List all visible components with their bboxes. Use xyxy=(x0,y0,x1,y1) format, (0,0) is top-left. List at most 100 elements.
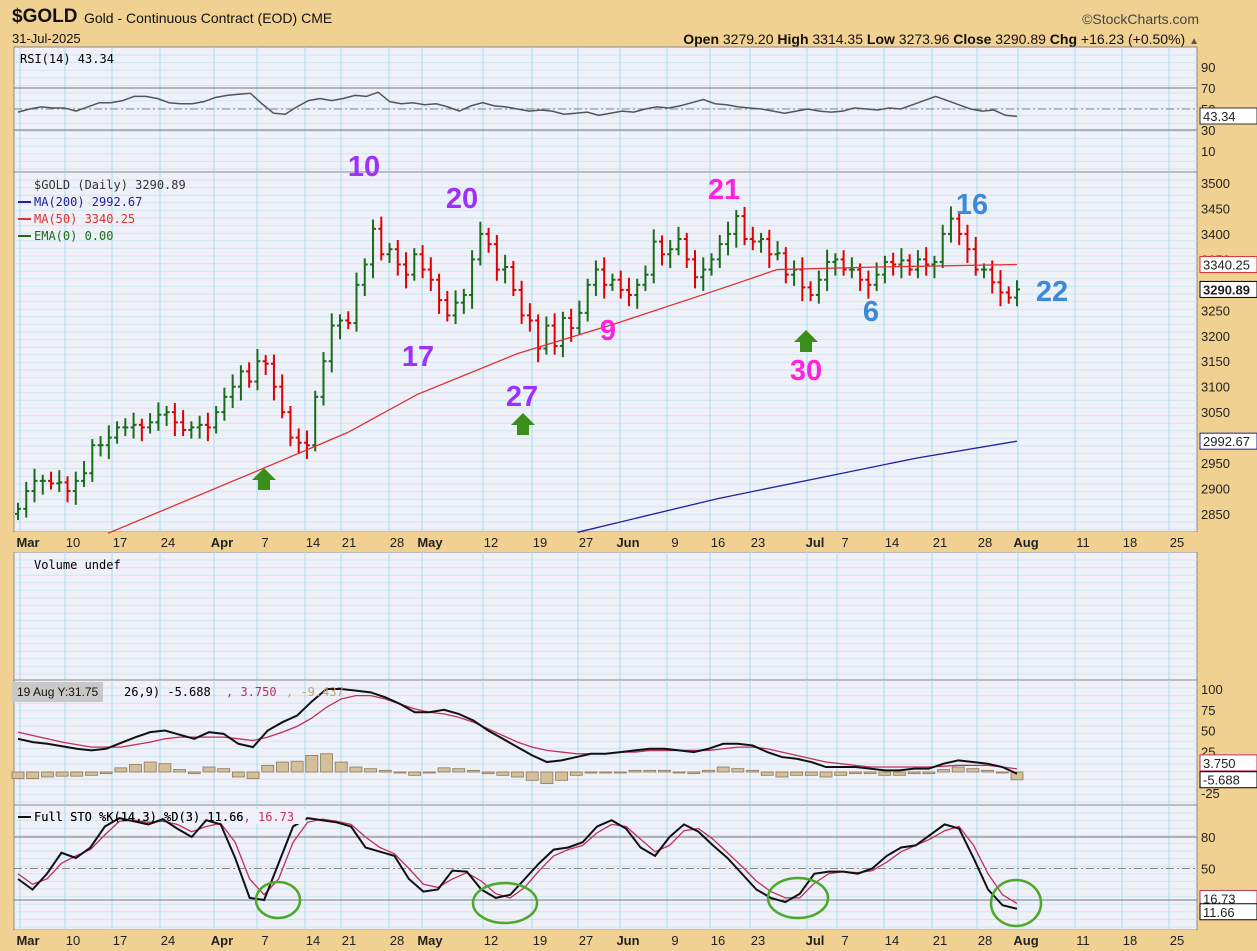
axis-tick: 3200 xyxy=(1201,329,1230,344)
macd-hist-bar xyxy=(907,771,921,775)
date-label: 25 xyxy=(1170,535,1184,550)
macd-hist-bar xyxy=(114,767,128,773)
macd-hist-bar xyxy=(11,771,25,780)
price-legend-3: EMA(0) 0.00 xyxy=(34,229,113,243)
date-label: 7 xyxy=(261,535,268,550)
date-label: 18 xyxy=(1123,933,1137,948)
macd-hist-bar xyxy=(202,766,216,773)
macd-hist-bar xyxy=(187,771,201,775)
macd-hist-bar xyxy=(995,771,1009,774)
macd-hist-bar xyxy=(129,764,142,773)
date-label: Apr xyxy=(211,535,233,550)
date-label: 21 xyxy=(342,933,356,948)
macd-hist-bar xyxy=(158,763,172,773)
macd-hist-bar xyxy=(569,771,583,776)
date-label: 12 xyxy=(484,535,498,550)
macd-hist-bar xyxy=(55,771,69,777)
date-label: 28 xyxy=(978,933,992,948)
macd-hist-bar xyxy=(746,769,759,773)
date-label: 25 xyxy=(1170,933,1184,948)
axis-tick: 3100 xyxy=(1201,380,1230,395)
macd-hist-bar xyxy=(408,771,422,776)
macd-hist-bar xyxy=(467,769,480,773)
axis-tick: 70 xyxy=(1201,81,1215,96)
macd-hist-bar xyxy=(658,769,671,773)
date-label: Jun xyxy=(616,535,639,550)
macd-hist-bar xyxy=(672,771,686,774)
date-label: Jul xyxy=(806,933,825,948)
macd-hist-bar xyxy=(261,764,275,773)
rsi-legend: RSI(14) 43.34 xyxy=(20,52,114,66)
macd-hist-bar xyxy=(804,771,818,776)
annotation-label: 22 xyxy=(1036,276,1068,308)
date-label: 11 xyxy=(1076,933,1090,948)
axis-tick: 30 xyxy=(1201,123,1215,138)
macd-hist-bar xyxy=(848,771,862,775)
date-label: 11 xyxy=(1076,535,1090,550)
annotation-label: 30 xyxy=(790,355,822,387)
date-label: Apr xyxy=(211,933,233,948)
macd-hist-bar xyxy=(878,771,892,776)
date-label: Mar xyxy=(16,535,39,550)
value-tag-text: -5.688 xyxy=(1203,773,1240,788)
date-label: 7 xyxy=(841,933,848,948)
macd-hist-bar xyxy=(613,771,627,774)
macd-hist-bar xyxy=(599,771,613,774)
annotation-label: 6 xyxy=(863,296,879,328)
macd-hist-bar xyxy=(643,769,657,773)
macd-hist-bar xyxy=(628,769,642,773)
date-label: 14 xyxy=(306,535,320,550)
axis-tick: 80 xyxy=(1201,830,1215,845)
date-label: 14 xyxy=(306,933,320,948)
macd-legend-signal: , 3.750 xyxy=(226,685,277,699)
annotation-label: 20 xyxy=(446,183,478,215)
sto-legend-d: , 16.73 xyxy=(244,810,295,824)
axis-tick: 2900 xyxy=(1201,482,1230,497)
axis-tick: 90 xyxy=(1201,60,1215,75)
macd-hist-bar xyxy=(393,771,407,774)
date-label: 24 xyxy=(161,933,175,948)
macd-hist-bar xyxy=(173,769,187,773)
axis-tick: 3250 xyxy=(1201,303,1230,318)
value-tag-text: 43.34 xyxy=(1203,109,1236,124)
date-label: 18 xyxy=(1123,535,1137,550)
date-label: 12 xyxy=(484,933,498,948)
value-tag-text: 3290.89 xyxy=(1203,282,1250,297)
annotation-label: 9 xyxy=(600,315,616,347)
date-label: 28 xyxy=(978,535,992,550)
macd-hist-bar xyxy=(790,771,804,776)
macd-hist-bar xyxy=(937,769,950,773)
macd-hist-bar xyxy=(525,771,539,781)
macd-hist-bar xyxy=(70,771,84,777)
axis-tick: 50 xyxy=(1201,724,1215,739)
macd-hist-bar xyxy=(496,771,510,776)
value-tag-text: 11.66 xyxy=(1203,905,1235,920)
date-label: 21 xyxy=(933,933,947,948)
annotation-label: 10 xyxy=(348,151,380,183)
macd-hist-bar xyxy=(276,761,289,773)
date-label: 28 xyxy=(390,933,404,948)
date-label: 10 xyxy=(66,933,80,948)
macd-hist-bar xyxy=(99,771,113,775)
macd-hist-bar xyxy=(731,768,745,773)
axis-tick: 3500 xyxy=(1201,176,1230,191)
date-label: Jun xyxy=(616,933,639,948)
price-legend-1: MA(200) 2992.67 xyxy=(34,195,142,209)
macd-hist-bar xyxy=(85,771,98,776)
value-tag-text: 3340.25 xyxy=(1203,257,1250,272)
chart-canvas[interactable]: Mar 10 17 24 Apr 7 14 21 28 May 12 19 27 Jun 9 16 23 Jul 7… xyxy=(0,0,1257,951)
date-label: 19 xyxy=(533,535,547,550)
macd-hist-bar xyxy=(511,771,524,778)
macd-hist-bar xyxy=(26,771,40,780)
macd-hist-bar xyxy=(966,768,980,773)
axis-tick: 75 xyxy=(1201,703,1215,718)
volume-legend: Volume undef xyxy=(34,558,121,572)
macd-hist-bar xyxy=(540,771,554,785)
date-label: 17 xyxy=(113,535,127,550)
annotation-label: 21 xyxy=(708,174,740,206)
date-label: 9 xyxy=(671,933,678,948)
axis-tick: 2950 xyxy=(1201,456,1230,471)
date-label: Aug xyxy=(1013,933,1038,948)
date-label: 17 xyxy=(113,933,127,948)
macd-hist-bar xyxy=(834,771,848,776)
